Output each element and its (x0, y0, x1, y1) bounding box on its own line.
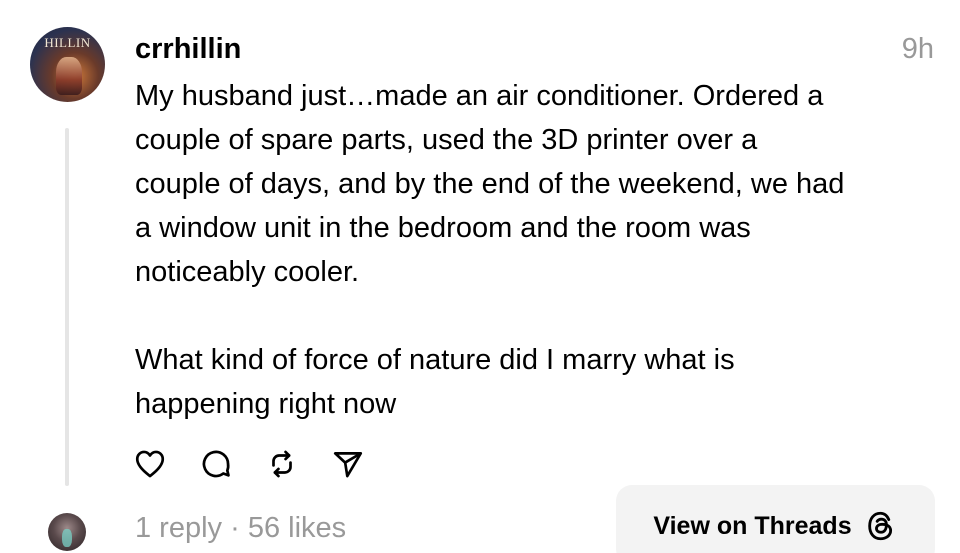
repost-button[interactable] (265, 447, 299, 481)
post-stats[interactable]: 1 reply · 56 likes (135, 510, 346, 546)
post-actions (133, 447, 397, 481)
like-button[interactable] (133, 447, 167, 481)
share-icon (333, 452, 363, 478)
view-on-threads-label: View on Threads (653, 512, 852, 540)
post-body: My husband just…made an air conditioner.… (135, 74, 940, 426)
avatar-highlight (62, 529, 72, 547)
avatar-logo-text: HILLIN (44, 35, 91, 50)
view-on-threads-button[interactable]: View on Threads (616, 485, 935, 553)
post-paragraph: What kind of force of nature did I marry… (135, 344, 735, 420)
repost-icon (272, 450, 292, 478)
avatar-figure (56, 57, 82, 95)
threads-logo-icon (867, 511, 892, 541)
threads-post: HILLIN crrhillin 9h My husband just…made… (0, 0, 960, 553)
post-paragraph: My husband just…made an air conditioner.… (135, 80, 845, 288)
comment-icon (202, 450, 230, 478)
thread-line (65, 128, 69, 486)
replier-avatar[interactable] (48, 513, 86, 551)
heart-icon (135, 450, 165, 478)
author-avatar[interactable]: HILLIN (30, 27, 105, 102)
post-timestamp: 9h (901, 33, 934, 65)
share-button[interactable] (331, 447, 365, 481)
author-username[interactable]: crrhillin (135, 31, 241, 67)
reply-button[interactable] (199, 447, 233, 481)
